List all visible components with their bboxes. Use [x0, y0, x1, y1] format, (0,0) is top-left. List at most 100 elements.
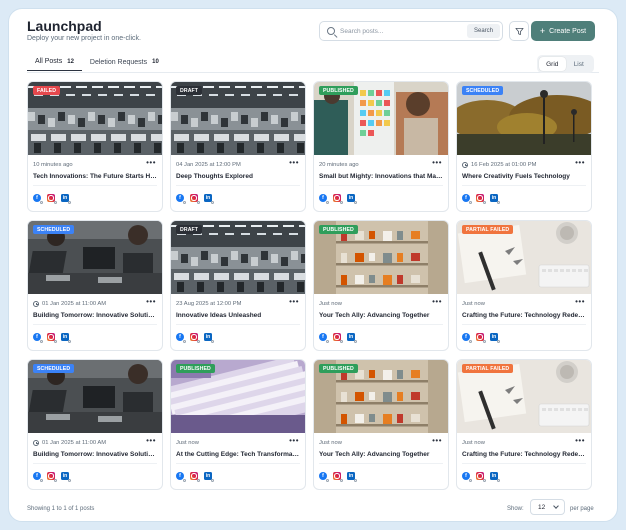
linkedin-icon: in — [61, 472, 71, 482]
channel-status-dot — [53, 478, 57, 482]
channel-status-dot — [482, 339, 486, 343]
instagram-icon — [333, 333, 343, 343]
post-card[interactable]: FAILED 10 minutes ago ••• Tech Innovations:… — [27, 81, 163, 212]
facebook-icon: f — [33, 194, 43, 204]
post-card[interactable]: SCHEDULED 01 Jan 2025 at 11:00 AM ••• Build… — [27, 359, 163, 490]
channel-status-dot — [468, 339, 472, 343]
instagram-icon — [476, 333, 486, 343]
social-channels: f in — [33, 472, 71, 482]
post-thumbnail: SCHEDULED — [28, 360, 162, 433]
post-card[interactable]: DRAFT 23 Aug 2025 at 12:00 PM ••• Innovativ… — [170, 220, 306, 351]
post-time: 04 Jan 2025 at 12:00 PM — [176, 162, 241, 168]
channel-status-dot — [210, 478, 214, 482]
post-title: Tech Innovations: The Future Starts Here — [33, 173, 157, 180]
chevron-down-icon — [553, 503, 559, 509]
facebook-icon: f — [319, 472, 329, 482]
list-view-button[interactable]: List — [566, 57, 593, 71]
post-time: Just now — [176, 440, 199, 446]
post-thumbnail: PUBLISHED — [314, 82, 448, 155]
social-channels: f in — [462, 194, 500, 204]
more-options-icon[interactable]: ••• — [432, 298, 442, 306]
social-channels: f in — [176, 472, 214, 482]
status-badge: PARTIAL FAILED — [462, 225, 514, 234]
search-button[interactable]: Search — [466, 24, 500, 38]
card-divider — [33, 324, 157, 325]
instagram-icon — [190, 194, 200, 204]
channel-status-dot — [210, 339, 214, 343]
channel-status-dot — [496, 339, 500, 343]
post-card[interactable]: SCHEDULED 01 Jan 2025 at 11:00 AM ••• Build… — [27, 220, 163, 351]
more-options-icon[interactable]: ••• — [146, 298, 156, 306]
per-page-select[interactable]: 12 — [530, 499, 565, 515]
page-title: Launchpad — [27, 18, 102, 34]
more-options-icon[interactable]: ••• — [575, 298, 585, 306]
post-time-text: 16 Feb 2025 at 01:00 PM — [471, 162, 537, 168]
create-post-button[interactable]: + Create Post — [531, 21, 595, 41]
search-input[interactable] — [340, 27, 470, 35]
post-card[interactable]: PUBLISHED Just now ••• Your Tech Ally: Adva… — [313, 220, 449, 351]
post-card[interactable]: PUBLISHED Just now ••• Your Tech Ally: Adva… — [313, 359, 449, 490]
post-title: Deep Thoughts Explored — [176, 173, 253, 180]
post-time: 20 minutes ago — [319, 162, 359, 168]
channel-status-dot — [353, 339, 357, 343]
tab-deletion-requests[interactable]: Deletion Requests 10 — [82, 52, 167, 71]
post-time-text: Just now — [462, 301, 485, 307]
grid-view-button[interactable]: Grid — [539, 57, 566, 71]
more-options-icon[interactable]: ••• — [289, 298, 299, 306]
post-card[interactable]: PUBLISHED Just now ••• At the Cutting Edge:… — [170, 359, 306, 490]
linkedin-icon: in — [61, 333, 71, 343]
linkedin-icon: in — [204, 472, 214, 482]
per-page-value: 12 — [538, 503, 546, 511]
status-badge: PUBLISHED — [319, 86, 358, 95]
instagram-icon — [47, 333, 57, 343]
social-channels: f in — [462, 472, 500, 482]
facebook-icon: f — [176, 472, 186, 482]
linkedin-icon: in — [490, 194, 500, 204]
plus-icon: + — [539, 25, 546, 36]
instagram-icon — [190, 333, 200, 343]
more-options-icon[interactable]: ••• — [575, 159, 585, 167]
show-label: Show: — [507, 506, 524, 512]
status-badge: PUBLISHED — [319, 225, 358, 234]
tab-divider — [27, 72, 599, 73]
linkedin-icon: in — [490, 333, 500, 343]
post-card[interactable]: PARTIAL FAILED Just now ••• Crafting the Fu… — [456, 359, 592, 490]
post-time: 01 Jan 2025 at 11:00 AM — [33, 301, 106, 307]
post-card[interactable]: DRAFT 04 Jan 2025 at 12:00 PM ••• Deep Thou… — [170, 81, 306, 212]
facebook-icon: f — [176, 333, 186, 343]
post-time-text: Just now — [319, 301, 342, 307]
filter-button[interactable] — [509, 21, 529, 41]
more-options-icon[interactable]: ••• — [432, 159, 442, 167]
more-options-icon[interactable]: ••• — [146, 437, 156, 445]
channel-status-dot — [339, 200, 343, 204]
page-subtitle: Deploy your new project in one-click. — [27, 35, 141, 42]
channel-status-dot — [39, 478, 43, 482]
channel-status-dot — [468, 200, 472, 204]
social-channels: f in — [33, 194, 71, 204]
post-time: Just now — [319, 440, 342, 446]
facebook-icon: f — [319, 194, 329, 204]
instagram-icon — [476, 472, 486, 482]
tab-all-posts[interactable]: All Posts 12 — [27, 52, 82, 71]
post-card[interactable]: SCHEDULED 16 Feb 2025 at 01:00 PM ••• Where… — [456, 81, 592, 212]
more-options-icon[interactable]: ••• — [432, 437, 442, 445]
clock-icon — [33, 301, 39, 307]
channel-status-dot — [196, 200, 200, 204]
more-options-icon[interactable]: ••• — [289, 159, 299, 167]
channel-status-dot — [496, 200, 500, 204]
post-time: 23 Aug 2025 at 12:00 PM — [176, 301, 241, 307]
instagram-icon — [47, 194, 57, 204]
post-card[interactable]: PARTIAL FAILED Just now ••• Crafting the Fu… — [456, 220, 592, 351]
linkedin-icon: in — [347, 333, 357, 343]
app-window: Launchpad Deploy your new project in one… — [8, 8, 618, 522]
create-post-label: Create Post — [549, 27, 587, 35]
post-time-text: Just now — [176, 440, 199, 446]
social-channels: f in — [319, 333, 357, 343]
channel-status-dot — [353, 200, 357, 204]
more-options-icon[interactable]: ••• — [575, 437, 585, 445]
more-options-icon[interactable]: ••• — [289, 437, 299, 445]
post-time: Just now — [462, 440, 485, 446]
status-badge: SCHEDULED — [462, 86, 504, 95]
post-card[interactable]: PUBLISHED 20 minutes ago ••• Small but Migh… — [313, 81, 449, 212]
more-options-icon[interactable]: ••• — [146, 159, 156, 167]
